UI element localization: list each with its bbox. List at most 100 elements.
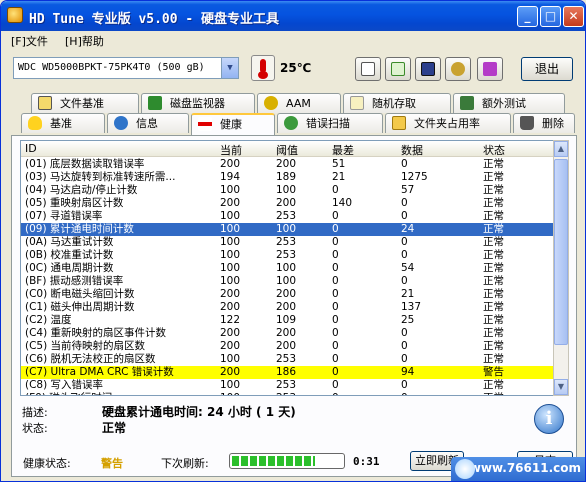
- cell-id: (03) 马达旋转到标准转速所需...: [25, 171, 176, 183]
- temperature-readout: 25℃: [280, 61, 312, 75]
- copy-button[interactable]: [355, 57, 381, 81]
- col-status[interactable]: 状态: [483, 142, 505, 158]
- drive-select[interactable]: WDC WD5000BPKT-75PK4T0 (500 gB) ▼: [13, 57, 239, 79]
- cell-id: (09) 累计通电时间计数: [25, 223, 134, 235]
- drive-select-value: WDC WD5000BPKT-75PK4T0 (500 gB): [18, 62, 205, 73]
- folder-icon: [392, 116, 406, 130]
- cell-data: 0: [401, 249, 408, 261]
- tab-erase[interactable]: 删除: [513, 113, 575, 133]
- tab-extra-tests[interactable]: 额外测试: [453, 93, 565, 113]
- col-current[interactable]: 当前: [220, 142, 242, 158]
- desc-value: 硬盘累计通电时间: 24 小时 ( 1 天): [102, 405, 296, 419]
- cell-data: 0: [401, 275, 408, 287]
- tab-health[interactable]: 健康: [191, 113, 275, 135]
- cell-data: 1275: [401, 171, 428, 183]
- table-row[interactable]: (09) 累计通电时间计数 100 100 0 24 正常: [21, 223, 561, 236]
- cell-worst: 0: [332, 288, 339, 300]
- options-button[interactable]: [445, 57, 471, 81]
- cell-current: 194: [220, 171, 241, 183]
- cell-data: 0: [401, 327, 408, 339]
- maximize-button[interactable]: □: [540, 6, 561, 27]
- cell-data: 57: [401, 184, 415, 196]
- table-row[interactable]: (04) 马达启动/停止计数 100 100 0 57 正常: [21, 184, 561, 197]
- table-row[interactable]: (C1) 磁头伸出周期计数 200 200 0 137 正常: [21, 301, 561, 314]
- table-row[interactable]: (0B) 校准重试计数 100 253 0 0 正常: [21, 249, 561, 262]
- cell-threshold: 200: [276, 288, 297, 300]
- table-header: ID 当前 阈值 最差 数据 状态: [21, 141, 561, 157]
- cell-status: 正常: [483, 171, 504, 183]
- disk-monitor-icon: [148, 96, 162, 110]
- table-row[interactable]: (C0) 断电磁头缩回计数 200 200 0 21 正常: [21, 288, 561, 301]
- close-button[interactable]: ✕: [563, 6, 584, 27]
- menu-file[interactable]: [F]文件: [11, 33, 48, 49]
- tab-file-benchmark[interactable]: 文件基准: [31, 93, 139, 113]
- cell-current: 200: [220, 301, 241, 313]
- table-row[interactable]: (0A) 马达重试计数 100 253 0 0 正常: [21, 236, 561, 249]
- cell-threshold: 100: [276, 223, 297, 235]
- table-row[interactable]: (05) 重映射扇区计数 200 200 140 0 正常: [21, 197, 561, 210]
- exit-button[interactable]: 退出: [521, 57, 573, 81]
- cell-current: 200: [220, 197, 241, 209]
- col-threshold[interactable]: 阈值: [276, 142, 298, 158]
- download-button[interactable]: [477, 57, 503, 81]
- cell-status: 正常: [483, 314, 504, 326]
- cell-worst: 0: [332, 249, 339, 261]
- cell-threshold: 253: [276, 379, 297, 391]
- minimize-button[interactable]: _: [517, 6, 538, 27]
- random-access-icon: [350, 96, 364, 110]
- menu-help[interactable]: [H]帮助: [65, 33, 104, 49]
- scroll-up-icon[interactable]: ▲: [554, 141, 568, 157]
- file-benchmark-icon: [38, 96, 52, 110]
- save-button[interactable]: [415, 57, 441, 81]
- cell-data: 0: [401, 340, 408, 352]
- cell-worst: 0: [332, 275, 339, 287]
- col-data[interactable]: 数据: [401, 142, 423, 158]
- copy-all-button[interactable]: [385, 57, 411, 81]
- tab-random-access[interactable]: 随机存取: [343, 93, 451, 113]
- tab-error-scan[interactable]: 错误扫描: [277, 113, 383, 133]
- tab-disk-monitor[interactable]: 磁盘监视器: [141, 93, 255, 113]
- cell-worst: 0: [332, 379, 339, 391]
- copy-all-icon: [391, 62, 405, 76]
- magnifier-icon: [284, 116, 298, 130]
- save-icon: [421, 62, 435, 76]
- cell-data: 0: [401, 158, 408, 170]
- table-row[interactable]: (C8) 写入错误率 100 253 0 0 正常: [21, 379, 561, 392]
- scroll-thumb[interactable]: [554, 159, 568, 345]
- cell-current: 100: [220, 249, 241, 261]
- status-value: 正常: [102, 421, 127, 435]
- table-row[interactable]: (F0) 磁头飞行时间100 253 0 0 正常: [21, 392, 561, 395]
- window-title: HD Tune 专业版 v5.00 - 硬盘专业工具: [29, 12, 280, 27]
- col-id[interactable]: ID: [25, 142, 37, 155]
- cell-status: 正常: [483, 223, 504, 235]
- scroll-down-icon[interactable]: ▼: [554, 379, 568, 395]
- cell-id: (0A) 马达重试计数: [25, 236, 114, 248]
- chevron-down-icon[interactable]: ▼: [221, 58, 238, 78]
- cell-status: 正常: [483, 262, 504, 274]
- table-row[interactable]: (C7) Ultra DMA CRC 错误计数 200 186 0 94 警告: [21, 366, 561, 379]
- copy-icon: [361, 62, 375, 76]
- table-row[interactable]: (07) 寻道错误率 100 253 0 0 正常: [21, 210, 561, 223]
- col-worst[interactable]: 最差: [332, 142, 354, 158]
- tab-info[interactable]: 信息: [107, 113, 189, 133]
- table-row[interactable]: (C4) 重新映射的扇区事件计数 200 200 0 0 正常: [21, 327, 561, 340]
- tab-folder-usage[interactable]: 文件夹占用率: [385, 113, 511, 133]
- cell-id: (07) 寻道错误率: [25, 210, 103, 222]
- title-bar[interactable]: HD Tune 专业版 v5.00 - 硬盘专业工具 _ □ ✕: [1, 1, 585, 31]
- cell-status: 正常: [483, 353, 504, 365]
- cell-status: 正常: [483, 327, 504, 339]
- table-row[interactable]: (0C) 通电周期计数 100 100 0 54 正常: [21, 262, 561, 275]
- table-row[interactable]: (03) 马达旋转到标准转速所需... 194 189 21 1275 正常: [21, 171, 561, 184]
- table-row[interactable]: (C6) 脱机无法校正的扇区数 100 253 0 0 正常: [21, 353, 561, 366]
- vertical-scrollbar[interactable]: ▲ ▼: [553, 140, 569, 396]
- table-row[interactable]: (C5) 当前待映射的扇区数 200 200 0 0 正常: [21, 340, 561, 353]
- table-row[interactable]: (01) 底层数据读取错误率 200 200 51 0 正常: [21, 158, 561, 171]
- table-row[interactable]: (C2) 温度 122 109 0 25 正常: [21, 314, 561, 327]
- cell-data: 25: [401, 314, 415, 326]
- tab-aam[interactable]: AAM: [257, 93, 341, 113]
- tab-benchmark[interactable]: 基准: [21, 113, 105, 133]
- table-row[interactable]: (BF) 振动感测错误率 100 100 0 0 正常: [21, 275, 561, 288]
- cell-id: (C7) Ultra DMA CRC 错误计数: [25, 366, 174, 378]
- watermark-logo-icon: [455, 459, 475, 479]
- cell-data: 0: [401, 197, 408, 209]
